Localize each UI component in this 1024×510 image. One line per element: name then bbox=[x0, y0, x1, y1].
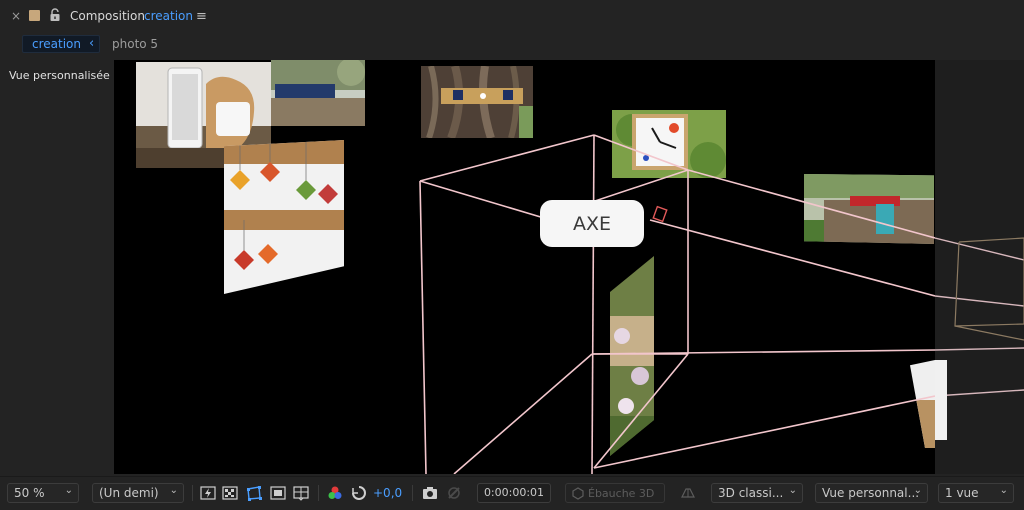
breadcrumb-item-creation[interactable]: creation ‹ bbox=[22, 35, 100, 53]
breadcrumb-label: creation bbox=[32, 37, 81, 51]
snapshot-icon[interactable] bbox=[422, 485, 438, 501]
hamburger-menu-icon[interactable]: ≡ bbox=[196, 9, 207, 24]
draft-3d-label: Ébauche 3D bbox=[588, 486, 655, 500]
exposure-value[interactable]: +0,0 bbox=[373, 486, 402, 500]
view-select-value: Vue personnal... bbox=[822, 486, 920, 500]
pasteboard-wireframe bbox=[935, 237, 1024, 440]
guides-icon[interactable] bbox=[293, 485, 309, 501]
chevron-down-icon: ⌄ bbox=[64, 485, 73, 496]
color-channels-icon[interactable] bbox=[327, 485, 343, 501]
chevron-down-icon: ⌄ bbox=[788, 485, 797, 496]
chevron-down-icon: ⌄ bbox=[999, 485, 1008, 496]
viewer-toolbar: 50 % ⌄ (Un demi) ⌄ +0,0 0:00:00:01 Ébauc… bbox=[0, 476, 1024, 510]
view-select[interactable]: Vue personnal... ⌄ bbox=[815, 483, 928, 503]
wireframe-lines bbox=[419, 134, 935, 474]
composition-viewport[interactable]: AXE bbox=[114, 60, 935, 474]
toolbar-separator bbox=[192, 485, 193, 501]
chevron-down-icon: ⌄ bbox=[913, 485, 922, 496]
breadcrumb-item-photo-5[interactable]: photo 5 bbox=[112, 37, 158, 51]
pasteboard-area bbox=[935, 60, 1024, 474]
region-of-interest-icon[interactable] bbox=[270, 485, 286, 501]
exposure-reset-icon[interactable] bbox=[351, 485, 367, 501]
close-icon[interactable]: × bbox=[11, 9, 21, 23]
3d-wireframe-gizmo[interactable] bbox=[114, 60, 935, 474]
panel-header: × Composition creation ≡ bbox=[0, 0, 1024, 32]
renderer-select[interactable]: 3D classi... ⌄ bbox=[711, 483, 803, 503]
renderer-value: 3D classi... bbox=[718, 486, 784, 500]
lock-icon[interactable] bbox=[49, 8, 61, 22]
resolution-value: (Un demi) bbox=[99, 486, 159, 500]
draft-3d-button[interactable]: Ébauche 3D bbox=[565, 483, 665, 503]
chevron-down-icon: ⌄ bbox=[169, 485, 178, 496]
transparency-grid-icon[interactable] bbox=[222, 485, 238, 501]
axe-callout: AXE bbox=[540, 200, 644, 247]
panel-title: Composition bbox=[70, 9, 145, 23]
3d-ground-icon[interactable] bbox=[680, 485, 696, 501]
mask-path-icon[interactable] bbox=[246, 485, 262, 501]
resolution-select[interactable]: (Un demi) ⌄ bbox=[92, 483, 184, 503]
show-snapshot-icon[interactable] bbox=[446, 485, 462, 501]
toolbar-separator bbox=[412, 485, 413, 501]
zoom-value: 50 % bbox=[14, 486, 45, 500]
zoom-select[interactable]: 50 % ⌄ bbox=[7, 483, 79, 503]
draft-3d-icon bbox=[572, 487, 584, 500]
composition-name[interactable]: creation bbox=[144, 9, 193, 23]
view-layout-select[interactable]: 1 vue ⌄ bbox=[938, 483, 1014, 503]
chevron-left-icon: ‹ bbox=[89, 36, 95, 51]
view-label: Vue personnalisée 1 bbox=[9, 69, 121, 82]
comp-swatch-icon bbox=[29, 10, 40, 21]
toolbar-separator bbox=[318, 485, 319, 501]
composition-breadcrumb: creation ‹ photo 5 bbox=[0, 32, 1024, 56]
camera-target-icon[interactable] bbox=[652, 205, 668, 223]
view-layout-value: 1 vue bbox=[945, 486, 979, 500]
current-time-display[interactable]: 0:00:00:01 bbox=[477, 483, 551, 503]
fast-preview-icon[interactable] bbox=[200, 485, 216, 501]
